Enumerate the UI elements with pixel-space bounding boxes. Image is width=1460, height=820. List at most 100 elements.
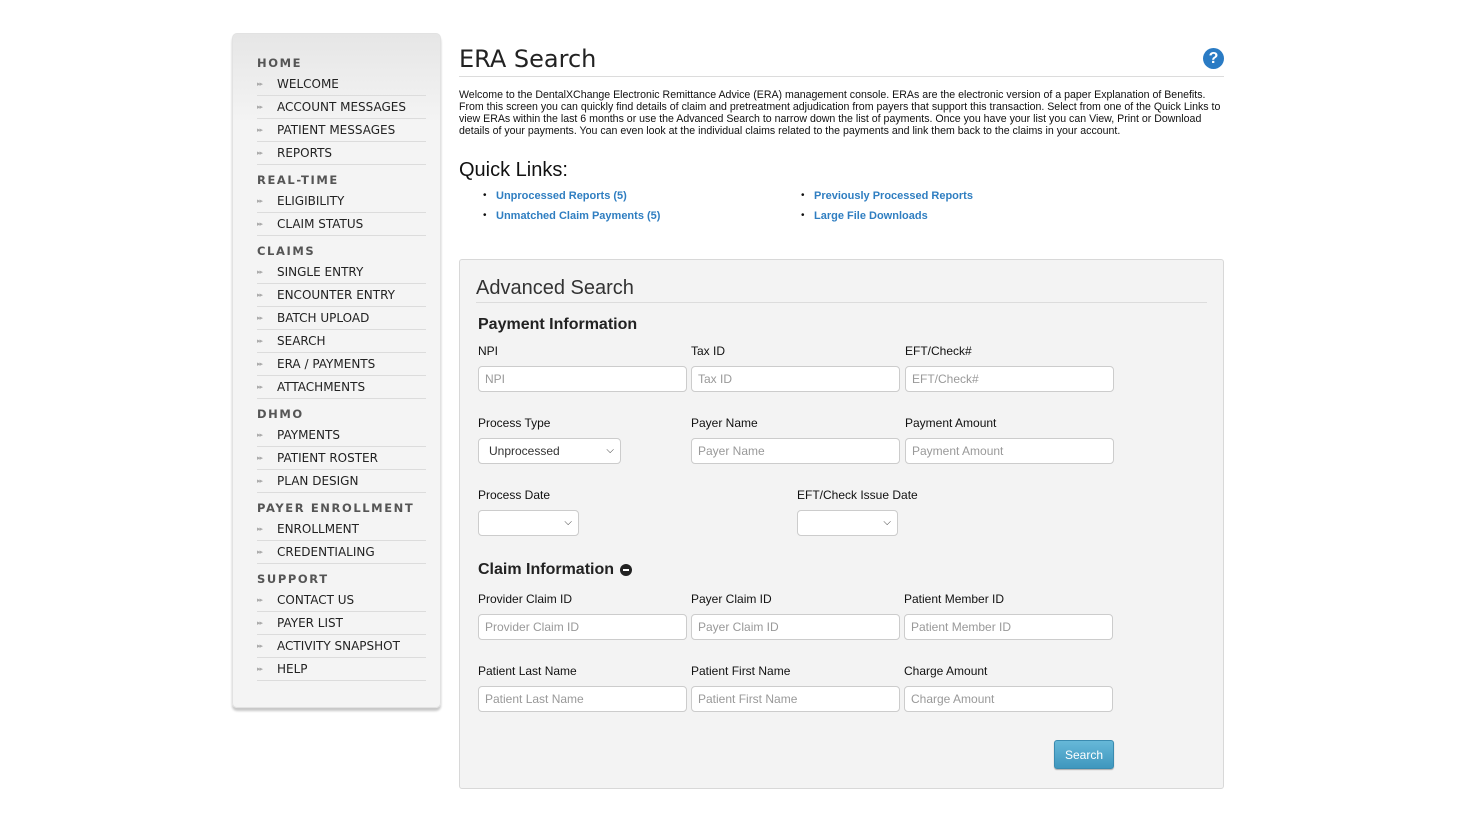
sidebar-item-label: HELP [277, 662, 308, 676]
sidebar-item-single-entry[interactable]: ▸▸ SINGLE ENTRY [257, 261, 426, 284]
process-type-select[interactable]: Unprocessed ⌵ [478, 438, 621, 464]
sidebar-item-plan-design[interactable]: ▸▸ PLAN DESIGN [257, 470, 426, 493]
double-chevron-right-icon: ▸▸ [257, 314, 263, 322]
npi-input[interactable] [478, 366, 687, 392]
payment-information-title: Payment Information [478, 315, 1207, 335]
sidebar-item-payer-list[interactable]: ▸▸ PAYER LIST [257, 612, 426, 635]
payer-claim-id-input[interactable] [691, 614, 900, 640]
sidebar-item-patient-roster[interactable]: ▸▸ PATIENT ROSTER [257, 447, 426, 470]
sidebar-item-activity-snapshot[interactable]: ▸▸ ACTIVITY SNAPSHOT [257, 635, 426, 658]
patient-last-name-input[interactable] [478, 686, 687, 712]
collapse-minus-icon[interactable] [620, 564, 633, 576]
eft-check-input[interactable] [905, 366, 1114, 392]
process-type-value: Unprocessed [489, 444, 560, 458]
provider-claim-id-input[interactable] [478, 614, 687, 640]
sidebar-section-support: SUPPORT ▸▸ CONTACT US ▸▸ PAYER LIST ▸▸ ACTIVIT… [257, 570, 426, 681]
sidebar-item-label: PAYMENTS [277, 428, 340, 442]
quick-link-item: • Previously Processed Reports [801, 188, 1101, 203]
sidebar-item-label: CREDENTIALING [277, 545, 375, 559]
help-icon[interactable]: ? [1203, 48, 1224, 69]
patient-member-id-field-group: Patient Member ID [904, 592, 1113, 640]
sidebar-item-label: ERA / PAYMENTS [277, 357, 376, 371]
sidebar-heading: REAL-TIME [257, 173, 339, 187]
tax-id-field-group: Tax ID [691, 344, 900, 392]
bullet-icon: • [801, 190, 805, 201]
charge-amount-field-group: Charge Amount [904, 664, 1113, 712]
previously-processed-reports-link[interactable]: Previously Processed Reports [814, 190, 973, 202]
sidebar-item-label: CLAIM STATUS [277, 217, 364, 231]
sidebar-item-credentialing[interactable]: ▸▸ CREDENTIALING [257, 541, 426, 564]
double-chevron-right-icon: ▸▸ [257, 126, 263, 134]
sidebar-item-label: PATIENT ROSTER [277, 451, 378, 465]
large-file-downloads-link[interactable]: Large File Downloads [814, 210, 928, 222]
patient-first-name-input[interactable] [691, 686, 900, 712]
sidebar-item-welcome[interactable]: ▸▸ WELCOME [257, 73, 426, 96]
double-chevron-right-icon: ▸▸ [257, 337, 263, 345]
quick-links-title: Quick Links: [459, 159, 568, 181]
eft-check-label: EFT/Check# [905, 344, 972, 358]
sidebar-item-label: CONTACT US [277, 593, 355, 607]
sidebar-heading: SUPPORT [257, 572, 329, 586]
sidebar-item-encounter-entry[interactable]: ▸▸ ENCOUNTER ENTRY [257, 284, 426, 307]
double-chevron-right-icon: ▸▸ [257, 220, 263, 228]
sidebar-item-label: PATIENT MESSAGES [277, 123, 396, 137]
charge-amount-label: Charge Amount [904, 664, 988, 678]
sidebar-item-enrollment[interactable]: ▸▸ ENROLLMENT [257, 518, 426, 541]
quick-links-list: • Unprocessed Reports (5) • Previously Pro… [459, 188, 1224, 223]
double-chevron-right-icon: ▸▸ [257, 197, 263, 205]
payer-name-input[interactable] [691, 438, 900, 464]
unmatched-claim-payments-link[interactable]: Unmatched Claim Payments (5) [496, 210, 660, 222]
sidebar-item-label: ACTIVITY SNAPSHOT [277, 639, 400, 653]
sidebar-item-eligibility[interactable]: ▸▸ ELIGIBILITY [257, 190, 426, 213]
double-chevron-right-icon: ▸▸ [257, 383, 263, 391]
chevron-down-icon: ⌵ [606, 445, 614, 456]
unprocessed-reports-link[interactable]: Unprocessed Reports (5) [496, 190, 627, 202]
sidebar-heading: CLAIMS [257, 244, 316, 258]
double-chevron-right-icon: ▸▸ [257, 291, 263, 299]
eft-issue-date-select[interactable]: ⌵ [797, 510, 898, 536]
sidebar-item-patient-messages[interactable]: ▸▸ PATIENT MESSAGES [257, 119, 426, 142]
tax-id-input[interactable] [691, 366, 900, 392]
patient-last-name-label: Patient Last Name [478, 664, 577, 678]
process-date-field-group: Process Date ⌵ [478, 488, 579, 536]
sidebar-item-contact-us[interactable]: ▸▸ CONTACT US [257, 589, 426, 612]
charge-amount-input[interactable] [904, 686, 1113, 712]
quick-link-item: • Unmatched Claim Payments (5) [483, 208, 801, 223]
payment-information-label: Payment Information [478, 316, 638, 333]
chevron-down-icon: ⌵ [883, 517, 891, 528]
sidebar-item-label: ATTACHMENTS [277, 380, 366, 394]
claim-information-title: Claim Information [478, 560, 1207, 580]
patient-first-name-field-group: Patient First Name [691, 664, 900, 712]
payment-row-3: Process Date ⌵ EFT/Check Issue Date ⌵ [478, 488, 1207, 560]
double-chevron-right-icon: ▸▸ [257, 80, 263, 88]
sidebar-item-label: SEARCH [277, 334, 326, 348]
double-chevron-right-icon: ▸▸ [257, 596, 263, 604]
sidebar-item-attachments[interactable]: ▸▸ ATTACHMENTS [257, 376, 426, 399]
eft-issue-date-field-group: EFT/Check Issue Date ⌵ [797, 488, 918, 536]
bullet-icon: • [483, 190, 487, 201]
double-chevron-right-icon: ▸▸ [257, 149, 263, 157]
sidebar-item-claim-status[interactable]: ▸▸ CLAIM STATUS [257, 213, 426, 236]
sidebar-item-label: REPORTS [277, 146, 333, 160]
sidebar-item-search[interactable]: ▸▸ SEARCH [257, 330, 426, 353]
payment-amount-input[interactable] [905, 438, 1114, 464]
sidebar-item-reports[interactable]: ▸▸ REPORTS [257, 142, 426, 165]
process-date-select[interactable]: ⌵ [478, 510, 579, 536]
payer-claim-id-label: Payer Claim ID [691, 592, 772, 606]
sidebar-nav: HOME ▸▸ WELCOME ▸▸ ACCOUNT MESSAGES ▸▸ PATIENT… [232, 33, 441, 708]
double-chevron-right-icon: ▸▸ [257, 477, 263, 485]
sidebar-item-payments[interactable]: ▸▸ PAYMENTS [257, 424, 426, 447]
sidebar-item-label: ACCOUNT MESSAGES [277, 100, 406, 114]
divider [476, 302, 1207, 303]
claim-row-1: Provider Claim ID Payer Claim ID Patient… [478, 592, 1207, 664]
sidebar-item-help[interactable]: ▸▸ HELP [257, 658, 426, 681]
sidebar-item-era-payments[interactable]: ▸▸ ERA / PAYMENTS [257, 353, 426, 376]
quick-link-item: • Large File Downloads [801, 208, 1101, 223]
payment-amount-field-group: Payment Amount [905, 416, 1114, 464]
patient-member-id-input[interactable] [904, 614, 1113, 640]
double-chevron-right-icon: ▸▸ [257, 431, 263, 439]
intro-text: Welcome to the DentalXChange Electronic … [459, 89, 1221, 137]
sidebar-item-account-messages[interactable]: ▸▸ ACCOUNT MESSAGES [257, 96, 426, 119]
search-button[interactable]: Search [1054, 740, 1114, 769]
sidebar-item-batch-upload[interactable]: ▸▸ BATCH UPLOAD [257, 307, 426, 330]
